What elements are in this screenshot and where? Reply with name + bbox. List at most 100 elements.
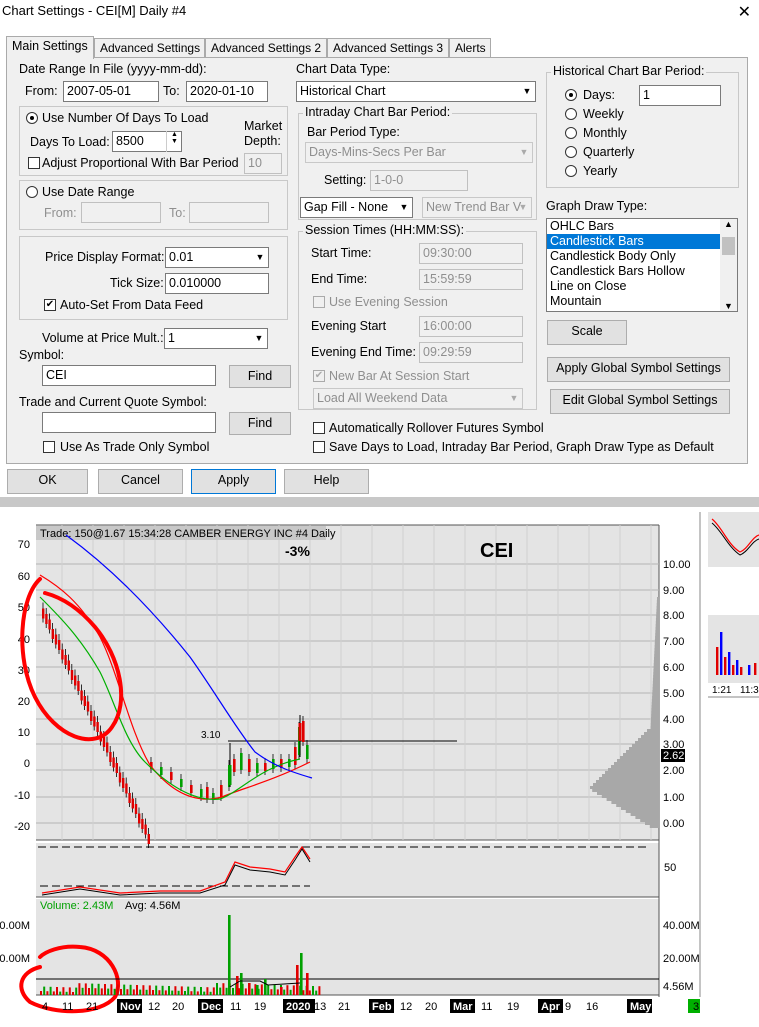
volume-bar — [200, 987, 202, 995]
draw-type-item-selected[interactable]: Candlestick Bars — [547, 234, 720, 249]
chart-data-type-select[interactable]: Historical Chart ▼ — [296, 81, 536, 102]
candlestick-chart[interactable]: 706050403020100-10-2010.009.008.007.006.… — [0, 497, 759, 1024]
weekend-data-select[interactable]: Load All Weekend Data ▼ — [313, 388, 523, 409]
tab-advanced-settings-3[interactable]: Advanced Settings 3 — [327, 38, 449, 58]
dr-to-field[interactable] — [189, 202, 269, 223]
vap-select[interactable]: 1 ▼ — [164, 328, 268, 349]
gap-fill-select[interactable]: Gap Fill - None ▼ — [300, 197, 413, 218]
list-scrollbar[interactable]: ▲ ▼ — [720, 219, 737, 311]
volume-bar — [78, 983, 81, 995]
volume-profile-bar — [630, 813, 659, 816]
close-icon[interactable]: ✕ — [738, 2, 751, 22]
use-evening-checkbox[interactable] — [313, 296, 325, 308]
period-quarterly-radio[interactable] — [565, 146, 577, 158]
setting-field[interactable]: 1-0-0 — [370, 170, 468, 191]
tab-alerts[interactable]: Alerts — [449, 38, 491, 58]
tab-advanced-settings[interactable]: Advanced Settings — [94, 38, 205, 58]
volume-profile-bar — [614, 762, 659, 765]
side-volume-bar — [736, 660, 739, 675]
use-days-radio[interactable] — [26, 112, 38, 124]
bar-period-type-select[interactable]: Days-Mins-Secs Per Bar ▼ — [305, 142, 533, 163]
from-date-field[interactable]: 2007-05-01 — [63, 81, 159, 102]
volume-profile-bar — [605, 771, 659, 774]
apply-global-button[interactable]: Apply Global Symbol Settings — [547, 357, 730, 382]
draw-type-item[interactable]: Line on Close — [547, 279, 737, 294]
volume-bar — [232, 988, 234, 995]
days-spinner[interactable]: ▲ ▼ — [166, 131, 182, 152]
volume-bar — [161, 985, 164, 995]
volume-bar — [289, 989, 292, 995]
volume-bar — [46, 991, 49, 995]
trade-symbol-find-button[interactable]: Find — [229, 412, 291, 435]
period-days-radio[interactable] — [565, 89, 577, 101]
volume-bar — [312, 986, 314, 995]
period-weekly-radio[interactable] — [565, 108, 577, 120]
days-period-field[interactable]: 1 — [639, 85, 721, 106]
volume-bar — [56, 987, 58, 995]
evening-start-field[interactable]: 16:00:00 — [419, 316, 523, 337]
chart-top-strip — [0, 497, 759, 507]
period-yearly-radio[interactable] — [565, 165, 577, 177]
draw-type-item[interactable]: Mountain — [547, 294, 737, 309]
adjust-proportional-checkbox[interactable] — [28, 157, 40, 169]
scroll-thumb[interactable] — [722, 237, 735, 255]
side-volume-bar — [724, 657, 727, 675]
volume-profile-bar — [653, 663, 659, 666]
tick-size-field[interactable]: 0.010000 — [165, 273, 269, 294]
candle-body — [228, 765, 232, 785]
save-default-checkbox[interactable] — [313, 441, 325, 453]
start-time-field[interactable]: 09:30:00 — [419, 243, 523, 264]
symbol-find-button[interactable]: Find — [229, 365, 291, 388]
volume-bar — [302, 990, 305, 995]
ok-button[interactable]: OK — [7, 469, 88, 494]
draw-type-item[interactable]: Candlestick Body Only — [547, 249, 737, 264]
volume-bar — [49, 986, 52, 995]
apply-button[interactable]: Apply — [191, 469, 276, 494]
tab-main-settings[interactable]: Main Settings — [6, 36, 94, 59]
market-depth-field[interactable]: 10 — [244, 153, 282, 174]
volume-profile-bar — [649, 825, 659, 828]
evening-end-field[interactable]: 09:29:59 — [419, 342, 523, 363]
candle-body — [200, 789, 203, 797]
volume-profile-bar — [656, 606, 659, 609]
end-time-field[interactable]: 15:59:59 — [419, 269, 523, 290]
trade-symbol-field[interactable] — [42, 412, 216, 433]
to-date-field[interactable]: 2020-01-10 — [186, 81, 268, 102]
scale-button[interactable]: Scale — [547, 320, 627, 345]
new-bar-checkbox[interactable]: ✔ — [313, 370, 325, 382]
candle-body — [112, 757, 115, 768]
days-to-load-group: Use Number Of Days To Load Days To Load:… — [19, 106, 288, 176]
volume-profile-bar — [652, 678, 659, 681]
scroll-down-icon[interactable]: ▼ — [720, 301, 737, 311]
x-axis-label: 3 — [693, 1001, 699, 1013]
period-monthly-radio[interactable] — [565, 127, 577, 139]
auto-set-checkbox[interactable]: ✔ — [44, 299, 56, 311]
volume-bar — [276, 989, 279, 995]
new-trend-bar-select[interactable]: New Trend Bar V ▼ — [422, 197, 532, 218]
side-pane-top — [708, 512, 759, 567]
symbol-field[interactable]: CEI — [42, 365, 216, 386]
dr-from-field[interactable] — [81, 202, 161, 223]
edit-global-button[interactable]: Edit Global Symbol Settings — [550, 389, 730, 414]
graph-draw-type-list[interactable]: OHLC Bars Candlestick Bars Candlestick B… — [546, 218, 738, 312]
symbol-label: Symbol: — [19, 348, 65, 362]
trade-only-checkbox[interactable] — [43, 441, 55, 453]
volume-bar — [177, 990, 180, 995]
price-format-select[interactable]: 0.01 ▼ — [165, 247, 269, 268]
side-time-label: 1:21 — [712, 685, 732, 696]
tab-advanced-settings-2[interactable]: Advanced Settings 2 — [205, 38, 327, 58]
rollover-checkbox[interactable] — [313, 422, 325, 434]
chart-header-text: Trade: 150@1.67 15:34:28 CAMBER ENERGY I… — [40, 528, 336, 540]
volume-bar — [296, 965, 299, 995]
help-button[interactable]: Help — [284, 469, 369, 494]
x-axis-label: 11 — [230, 1001, 241, 1013]
draw-type-item[interactable]: Candlestick Bars Hollow — [547, 264, 737, 279]
cancel-button[interactable]: Cancel — [98, 469, 183, 494]
volume-bar — [256, 985, 259, 995]
draw-type-item[interactable]: OHLC Bars — [547, 219, 737, 234]
use-date-range-radio[interactable] — [26, 186, 38, 198]
side-volume-bar — [716, 647, 719, 675]
historical-bar-period-group: Historical Chart Bar Period: Days: 1 Wee… — [546, 64, 739, 188]
volume-bar — [184, 991, 186, 995]
scroll-up-icon[interactable]: ▲ — [720, 219, 737, 229]
